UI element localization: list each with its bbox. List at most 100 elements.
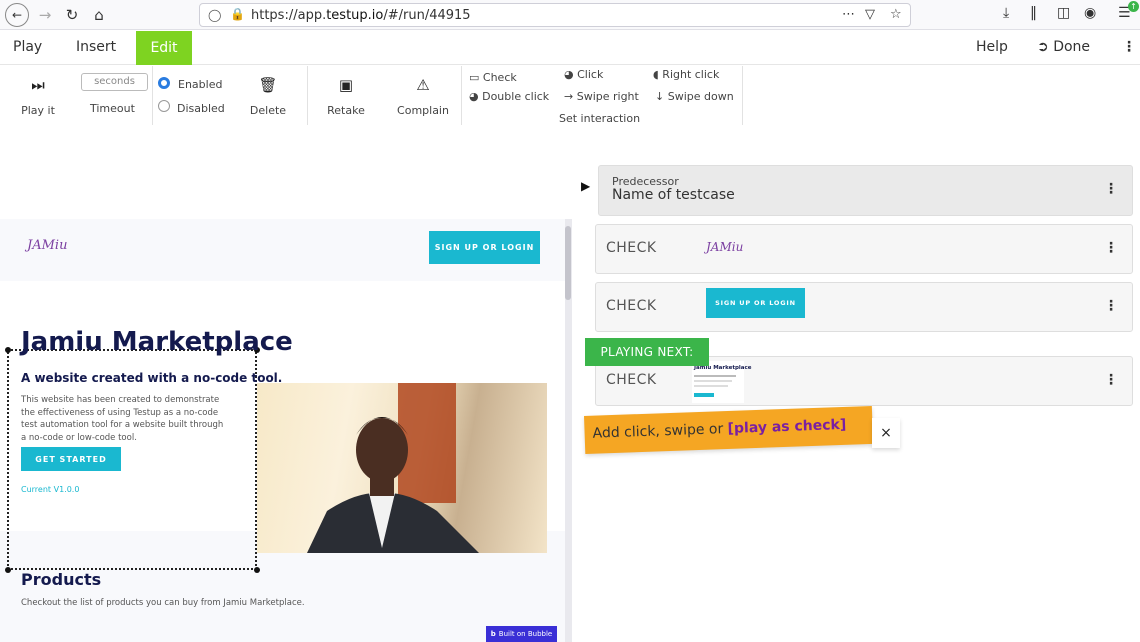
preview-scroll-thumb[interactable] (565, 226, 571, 300)
sign-up-login-button[interactable]: SIGN UP OR LOGIN (429, 231, 540, 264)
play-it-label: Play it (21, 104, 55, 117)
done-button[interactable]: ➲ Done (1037, 39, 1090, 55)
mouse-right-icon: ◖ (653, 68, 659, 81)
selection-handle[interactable] (5, 347, 11, 353)
menu-edit[interactable]: Edit (136, 31, 192, 65)
more-vertical-icon[interactable]: ⋮ (1122, 39, 1136, 55)
complain-label: Complain (397, 104, 449, 117)
step-card[interactable]: CHECK JAMiu ⋮ (595, 224, 1133, 274)
timeout-input[interactable]: seconds (81, 73, 148, 91)
more-vertical-icon[interactable]: ⋮ (1104, 298, 1118, 314)
lock-icon: 🔒 (230, 7, 245, 21)
menu-help[interactable]: Help (976, 39, 1008, 55)
menu-insert[interactable]: Insert (76, 39, 116, 55)
toolbar-divider (461, 66, 462, 125)
retake-label: Retake (327, 104, 365, 117)
play-it-button[interactable]: ⏭ Play it (18, 76, 58, 117)
double-click-icon: ◕ (469, 90, 479, 103)
predecessor-card[interactable]: Predecessor Name of testcase ⋮ (598, 165, 1133, 216)
thumbnail-button (694, 393, 714, 397)
products-description: Checkout the list of products you can bu… (21, 598, 305, 608)
pocket-icon[interactable]: ▽ (865, 7, 875, 22)
bubble-badge-label: Built on Bubble (498, 630, 553, 638)
selection-handle[interactable] (5, 567, 11, 573)
delete-button[interactable]: 🗑 Delete (248, 76, 288, 117)
play-next-icon: ⏭ (31, 76, 45, 94)
predecessor-name: Name of testcase (612, 187, 735, 203)
step-thumbnail: SIGN UP OR LOGIN (706, 288, 805, 318)
forward-arrow-icon[interactable]: → (34, 4, 56, 26)
account-icon[interactable]: ◉ (1084, 5, 1096, 21)
double-click-label: Double click (482, 90, 550, 103)
toolbar-divider (307, 66, 308, 125)
done-label: Done (1053, 39, 1091, 55)
url-text[interactable]: https://app.testup.io/#/run/44915 (251, 8, 471, 23)
thumbnail-line (694, 385, 728, 387)
url-host: https://app. (251, 8, 327, 23)
check-icon: ▭ (469, 71, 480, 84)
hero-photo (257, 383, 547, 553)
bubble-logo-icon: b (490, 630, 496, 638)
hero-subtitle: A website created with a no-code tool. (21, 371, 283, 385)
right-click-label: Right click (662, 68, 720, 81)
bookmark-star-icon[interactable]: ☆ (890, 7, 902, 22)
step-card[interactable]: CHECK SIGN UP OR LOGIN ⋮ (595, 282, 1133, 332)
complain-button[interactable]: ⚠ Complain (394, 76, 452, 117)
arrow-down-icon: ↓ (655, 90, 665, 103)
person-photo-icon (307, 383, 479, 553)
toolbar-divider (742, 66, 743, 125)
timeout-label: Timeout (90, 102, 135, 115)
warning-icon: ⚠ (416, 76, 430, 94)
hint-banner[interactable]: Add click, swipe or [play as check] (584, 405, 874, 454)
sidebar-icon[interactable]: ◫ (1057, 5, 1070, 21)
swipe-right-label: Swipe right (576, 90, 639, 103)
url-bar[interactable]: ◯ 🔒 https://app.testup.io/#/run/44915 ⋯ … (199, 3, 911, 27)
built-on-bubble-badge[interactable]: b Built on Bubble (486, 626, 557, 642)
products-title: Products (21, 570, 102, 589)
menu-play[interactable]: Play (13, 39, 42, 55)
home-icon[interactable]: ⌂ (88, 4, 110, 26)
check-label: Check (482, 71, 517, 84)
swipe-down-option[interactable]: ↓ Swipe down (655, 90, 734, 103)
swipe-right-option[interactable]: → Swipe right (564, 90, 639, 103)
step-kind: CHECK (606, 240, 657, 256)
get-started-button[interactable]: GET STARTED (21, 447, 121, 471)
enabled-label: Enabled (178, 78, 223, 91)
more-vertical-icon[interactable]: ⋮ (1104, 372, 1118, 388)
reload-icon[interactable]: ↻ (61, 4, 83, 26)
retake-button[interactable]: ▣ Retake (324, 76, 368, 117)
check-option[interactable]: ▭ Check (469, 71, 517, 84)
download-icon[interactable]: ⤓ (1003, 5, 1009, 21)
more-actions-icon[interactable]: ⋯ (842, 7, 855, 22)
back-arrow-icon[interactable]: ← (5, 3, 29, 27)
more-vertical-icon[interactable]: ⋮ (1104, 240, 1118, 256)
double-click-option[interactable]: ◕ Double click (469, 90, 549, 103)
page-preview[interactable]: JAMiu SIGN UP OR LOGIN Jamiu Marketplace… (0, 219, 565, 642)
more-vertical-icon[interactable]: ⋮ (1104, 181, 1118, 197)
click-option[interactable]: ◕ Click (564, 68, 603, 81)
mouse-click-icon: ◕ (564, 68, 574, 81)
enabled-radio[interactable] (158, 77, 170, 89)
disabled-radio[interactable] (158, 100, 170, 112)
right-click-option[interactable]: ◖ Right click (653, 68, 719, 81)
close-icon[interactable]: × (872, 418, 900, 448)
play-as-check-link[interactable]: [play as check] (727, 417, 846, 437)
url-path: /#/run/44915 (383, 8, 471, 23)
edit-toolbar: ⏭ Play it seconds Timeout Enabled Disabl… (0, 66, 1140, 126)
thumbnail-line (694, 380, 732, 382)
site-logo: JAMiu (27, 238, 68, 253)
delete-label: Delete (249, 104, 287, 117)
playing-next-badge: PLAYING NEXT: (585, 338, 709, 366)
step-thumbnail: JAMiu (706, 240, 744, 254)
exit-icon: ➲ (1037, 39, 1049, 55)
play-pointer-icon[interactable]: ▶ (581, 179, 590, 193)
step-kind: CHECK (606, 372, 657, 388)
step-kind: CHECK (606, 298, 657, 314)
trash-icon: 🗑 (258, 76, 278, 94)
library-icon[interactable]: ‖ (1030, 5, 1037, 21)
app-menu-bar: Play Insert Edit Help ➲ Done ⋮ (0, 30, 1140, 65)
hero-section: Jamiu Marketplace A website created with… (0, 281, 565, 573)
swipe-down-label: Swipe down (667, 90, 734, 103)
selection-handle[interactable] (254, 567, 260, 573)
toolbar-divider (152, 66, 153, 125)
